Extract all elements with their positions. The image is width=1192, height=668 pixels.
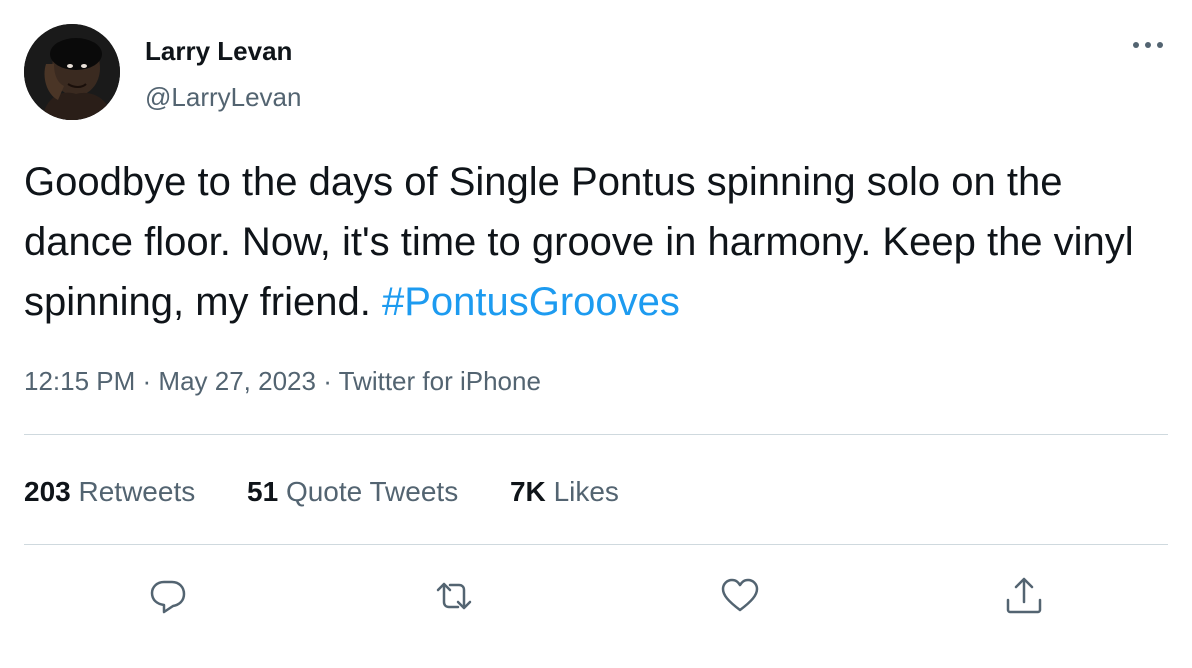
tweet-meta: 12:15 PM · May 27, 2023 · Twitter for iP… <box>24 366 541 397</box>
handle[interactable]: @LarryLevan <box>145 82 301 113</box>
avatar[interactable] <box>24 24 120 120</box>
meta-separator: · <box>135 366 159 396</box>
reply-button[interactable] <box>146 574 190 618</box>
quotes-stat[interactable]: 51 Quote Tweets <box>247 476 458 508</box>
divider-bottom <box>24 544 1168 545</box>
quotes-count: 51 <box>247 476 279 507</box>
quotes-label: Quote Tweets <box>285 476 459 507</box>
tweet-card: Larry Levan @LarryLevan Goodbye to the d… <box>0 0 1192 668</box>
meta-separator-2: · <box>315 366 339 396</box>
retweets-stat[interactable]: 203 Retweets <box>24 476 195 508</box>
likes-label: Likes <box>553 476 619 507</box>
heart-icon <box>721 578 759 612</box>
more-options-button[interactable] <box>1128 30 1168 60</box>
retweets-label: Retweets <box>78 476 196 507</box>
avatar-photo-icon <box>24 24 120 120</box>
tweet-source[interactable]: Twitter for iPhone <box>339 366 541 396</box>
display-name[interactable]: Larry Levan <box>145 36 292 67</box>
retweets-count: 203 <box>24 476 71 507</box>
share-icon <box>1006 577 1042 614</box>
share-button[interactable] <box>1002 574 1046 618</box>
more-icon <box>1133 42 1163 48</box>
retweet-button[interactable] <box>432 574 476 618</box>
reply-icon <box>150 580 186 614</box>
tweet-time[interactable]: 12:15 PM <box>24 366 135 396</box>
hashtag-link[interactable]: #PontusGrooves <box>382 280 680 324</box>
divider-top <box>24 434 1168 435</box>
like-button[interactable] <box>718 574 762 618</box>
retweet-icon <box>436 582 472 610</box>
likes-count: 7K <box>509 476 546 507</box>
tweet-text: Goodbye to the days of Single Pontus spi… <box>24 152 1164 332</box>
likes-stat[interactable]: 7K Likes <box>510 476 619 508</box>
tweet-stats: 203 Retweets 51 Quote Tweets 7K Likes <box>24 476 663 508</box>
tweet-date[interactable]: May 27, 2023 <box>158 366 316 396</box>
